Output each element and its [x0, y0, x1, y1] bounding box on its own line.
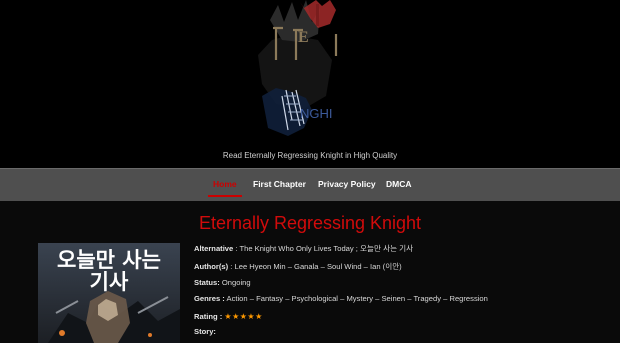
star-icon: ★ [255, 312, 263, 321]
star-icon: ★ [247, 312, 256, 321]
site-logo-area[interactable]: E NGHI [0, 0, 620, 150]
svg-text:E: E [298, 29, 309, 46]
genre-link[interactable]: Mystery [346, 294, 373, 303]
genre-link[interactable]: Fantasy [256, 294, 283, 303]
authors-value: Lee Hyeon Min – Ganala – Soul Wind – Ian… [234, 262, 402, 271]
rating-stars: ★★★★★ [224, 312, 262, 321]
site-tagline: Read Eternally Regressing Knight in High… [222, 151, 398, 160]
nav-privacy-policy[interactable]: Privacy Policy [318, 169, 376, 201]
main-navigation: Home First Chapter Privacy Policy DMCA [0, 168, 620, 202]
nav-dmca[interactable]: DMCA [386, 169, 412, 201]
manga-title: Eternally Regressing Knight [198, 213, 422, 233]
star-icon: ★ [232, 312, 240, 321]
genre-link[interactable]: Seinen [381, 294, 405, 303]
status-value: Ongoing [221, 278, 251, 287]
svg-text:NGHI: NGHI [300, 106, 333, 121]
info-genres: Genres : Action – Fantasy – Psychologica… [194, 294, 488, 303]
site-logo-image[interactable]: E NGHI [0, 0, 620, 150]
authors-label: Author(s) [194, 262, 229, 271]
genre-link[interactable]: Tragedy [413, 294, 441, 303]
star-icon: ★ [224, 312, 233, 321]
manga-cover-text: 오늘만 사는 기사 [57, 248, 161, 294]
story-label: Story: [194, 327, 216, 336]
info-authors: Author(s) : Lee Hyeon Min – Ganala – Sou… [194, 262, 402, 271]
genre-link[interactable]: Regression [449, 294, 487, 303]
alternative-label: Alternative [194, 244, 234, 253]
genres-label: Genres : [194, 294, 225, 303]
info-rating: Rating : ★★★★★ [194, 312, 263, 321]
rating-label: Rating : [194, 312, 223, 321]
alternative-value: The Knight Who Only Lives Today ; 오늘만 사는… [239, 244, 414, 253]
nav-first-chapter[interactable]: First Chapter [253, 169, 306, 201]
status-label: Status: [194, 278, 220, 287]
manga-cover-image: 오늘만 사는 기사 [38, 243, 180, 343]
info-story: Story: [194, 327, 216, 336]
nav-home[interactable]: Home [208, 169, 242, 201]
genre-link[interactable]: Action [227, 294, 248, 303]
info-alternative: Alternative : The Knight Who Only Lives … [194, 244, 414, 253]
genre-link[interactable]: Psychological [292, 294, 338, 303]
info-status: Status: Ongoing [194, 278, 251, 287]
